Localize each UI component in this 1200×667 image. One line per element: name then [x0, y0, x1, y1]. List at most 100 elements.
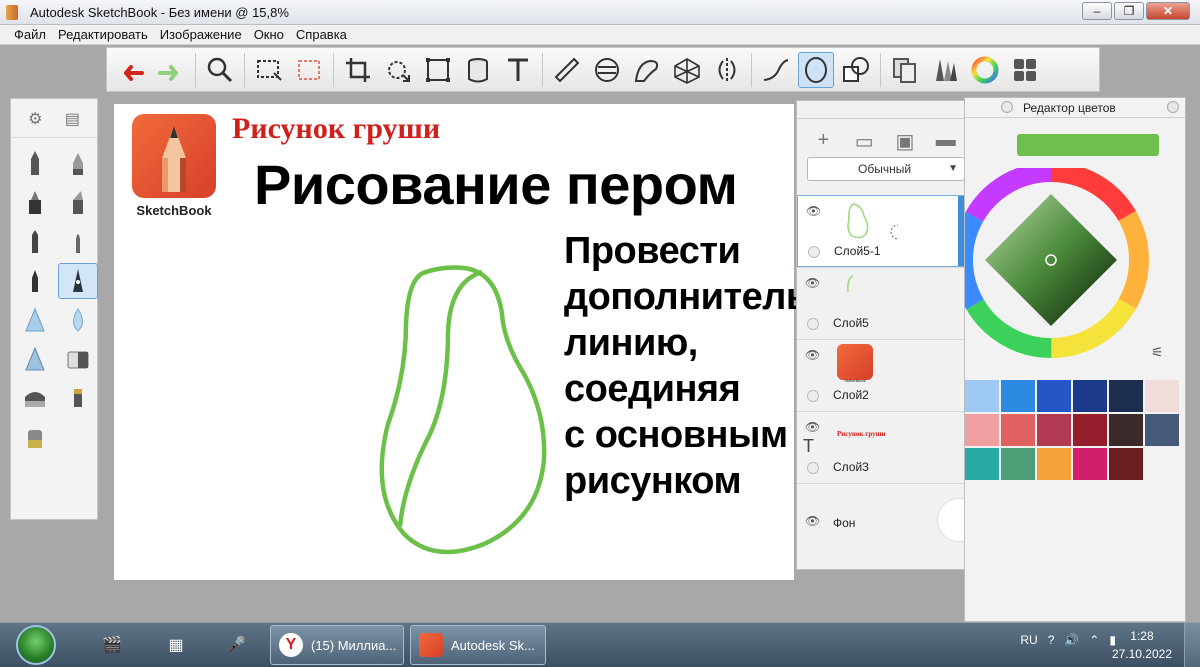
color-wheel[interactable] — [964, 168, 1173, 378]
layer-radio[interactable] — [807, 390, 819, 402]
add-layer-icon[interactable]: + — [811, 129, 835, 154]
current-color-swatch[interactable] — [1017, 134, 1159, 156]
help-icon[interactable]: ? — [1048, 633, 1055, 647]
menu-window[interactable]: Окно — [254, 27, 284, 42]
layer-radio[interactable] — [807, 318, 819, 330]
inking-brush[interactable] — [15, 224, 55, 260]
minimize-button[interactable]: – — [1082, 2, 1112, 20]
menu-image[interactable]: Изображение — [160, 27, 242, 42]
select-lasso-button[interactable] — [291, 52, 327, 88]
color-swatch[interactable] — [1037, 380, 1071, 412]
undo-button[interactable] — [113, 52, 149, 88]
color-swatch[interactable] — [1001, 414, 1035, 446]
color-swatch[interactable] — [965, 414, 999, 446]
color-swatch[interactable] — [1145, 414, 1179, 446]
shape-button[interactable] — [838, 52, 874, 88]
eye-icon[interactable]: 👁 — [805, 420, 820, 434]
brush-settings-icon[interactable]: ⚙ — [28, 109, 42, 129]
menu-file[interactable]: Файл — [14, 27, 46, 42]
brushes-button[interactable] — [927, 52, 963, 88]
maximize-button[interactable]: ❐ — [1114, 2, 1144, 20]
fountain-pen-brush[interactable] — [58, 263, 98, 299]
color-swatch[interactable] — [1073, 380, 1107, 412]
volume-icon[interactable]: 🔊 — [1064, 633, 1079, 647]
color-wheel-button[interactable] — [967, 52, 1003, 88]
cylinder-button[interactable] — [460, 52, 496, 88]
color-swatch[interactable] — [1073, 448, 1107, 480]
select-rect-button[interactable] — [251, 52, 287, 88]
color-swatch[interactable] — [1109, 380, 1143, 412]
bucket-brush[interactable] — [15, 419, 55, 455]
layer-name: Фон — [833, 516, 856, 530]
close-button[interactable]: ✕ — [1146, 2, 1190, 20]
pencil-logo-icon — [162, 126, 186, 192]
drop-brush[interactable] — [58, 302, 98, 338]
sliders-icon[interactable]: ⚟ — [1151, 344, 1164, 361]
color-swatch[interactable] — [1109, 414, 1143, 446]
color-swatch[interactable] — [1145, 380, 1179, 412]
panel-close-dot[interactable] — [1167, 101, 1179, 113]
eye-icon[interactable]: 👁 — [805, 348, 820, 362]
palette-button[interactable] — [1007, 52, 1043, 88]
text-button[interactable] — [500, 52, 536, 88]
ellipse-button[interactable] — [798, 51, 834, 88]
show-desktop-button[interactable] — [1184, 623, 1200, 667]
triangle-brush[interactable] — [15, 302, 55, 338]
folder-icon[interactable]: ▭ — [852, 129, 876, 154]
drawing-canvas[interactable]: SketchBook Рисунок груши Рисование пером… — [114, 104, 884, 580]
color-swatch[interactable] — [1037, 414, 1071, 446]
toolbar-divider — [244, 52, 245, 87]
layer-actions-icon[interactable]: ▬ — [934, 129, 958, 154]
color-swatch[interactable] — [1037, 448, 1071, 480]
menu-edit[interactable]: Редактировать — [58, 27, 148, 42]
stroke-button[interactable] — [758, 52, 794, 88]
panel-close-dot[interactable] — [1001, 101, 1013, 113]
redo-button[interactable] — [153, 52, 189, 88]
color-swatch[interactable] — [1001, 448, 1035, 480]
microphone-button[interactable]: 🎤 — [216, 627, 256, 663]
hard-eraser-brush[interactable] — [15, 380, 55, 416]
clock[interactable]: 1:28 27.10.2022 — [1112, 627, 1172, 663]
symmetry-button[interactable] — [709, 52, 745, 88]
ballpoint-brush[interactable] — [15, 263, 55, 299]
distort-button[interactable] — [420, 52, 456, 88]
perspective-grid-button[interactable] — [669, 52, 705, 88]
zoom-button[interactable] — [202, 52, 238, 88]
small-eraser-brush[interactable] — [58, 380, 98, 416]
chevron-up-icon[interactable]: ⌃ — [1089, 633, 1099, 647]
add-image-icon[interactable]: ▣ — [893, 129, 917, 154]
start-button[interactable] — [16, 625, 56, 665]
color-swatch[interactable] — [965, 448, 999, 480]
taskbar-app-sketchbook[interactable]: Autodesk Sk... — [410, 625, 546, 665]
smudge-brush[interactable] — [15, 341, 55, 377]
brush-library-icon[interactable]: ▤ — [65, 109, 80, 129]
ellipse-guide-button[interactable] — [589, 52, 625, 88]
color-swatch[interactable] — [1109, 448, 1143, 480]
color-swatch[interactable] — [965, 380, 999, 412]
airbrush-brush[interactable] — [58, 146, 98, 182]
eye-icon[interactable]: 👁 — [805, 514, 820, 528]
color-swatch[interactable] — [1073, 414, 1107, 446]
color-swatch[interactable] — [1001, 380, 1035, 412]
layer-radio[interactable] — [807, 462, 819, 474]
language-indicator[interactable]: RU — [1020, 633, 1037, 647]
pencil-brush[interactable] — [15, 146, 55, 182]
french-curve-button[interactable] — [629, 52, 665, 88]
text-icon — [508, 58, 528, 81]
transform-button[interactable] — [380, 52, 416, 88]
paintbrush-brush[interactable] — [58, 224, 98, 260]
taskbar-app-yandex[interactable]: Y (15) Миллиа... — [270, 625, 404, 665]
menu-help[interactable]: Справка — [296, 27, 347, 42]
blend-mode-select[interactable]: Обычный ▼ — [807, 157, 965, 181]
calculator-button[interactable]: ▦ — [156, 627, 196, 663]
copy-button[interactable] — [887, 52, 923, 88]
chisel-brush[interactable] — [58, 185, 98, 221]
eye-icon[interactable]: 👁 — [805, 276, 820, 290]
crop-button[interactable] — [340, 52, 376, 88]
eye-icon[interactable]: 👁 — [806, 204, 821, 218]
marker-brush[interactable] — [15, 185, 55, 221]
ruler-button[interactable] — [549, 52, 585, 88]
media-player-button[interactable]: 🎬 — [92, 627, 132, 663]
layer-radio[interactable] — [808, 246, 820, 258]
eraser-brush[interactable] — [58, 341, 98, 377]
